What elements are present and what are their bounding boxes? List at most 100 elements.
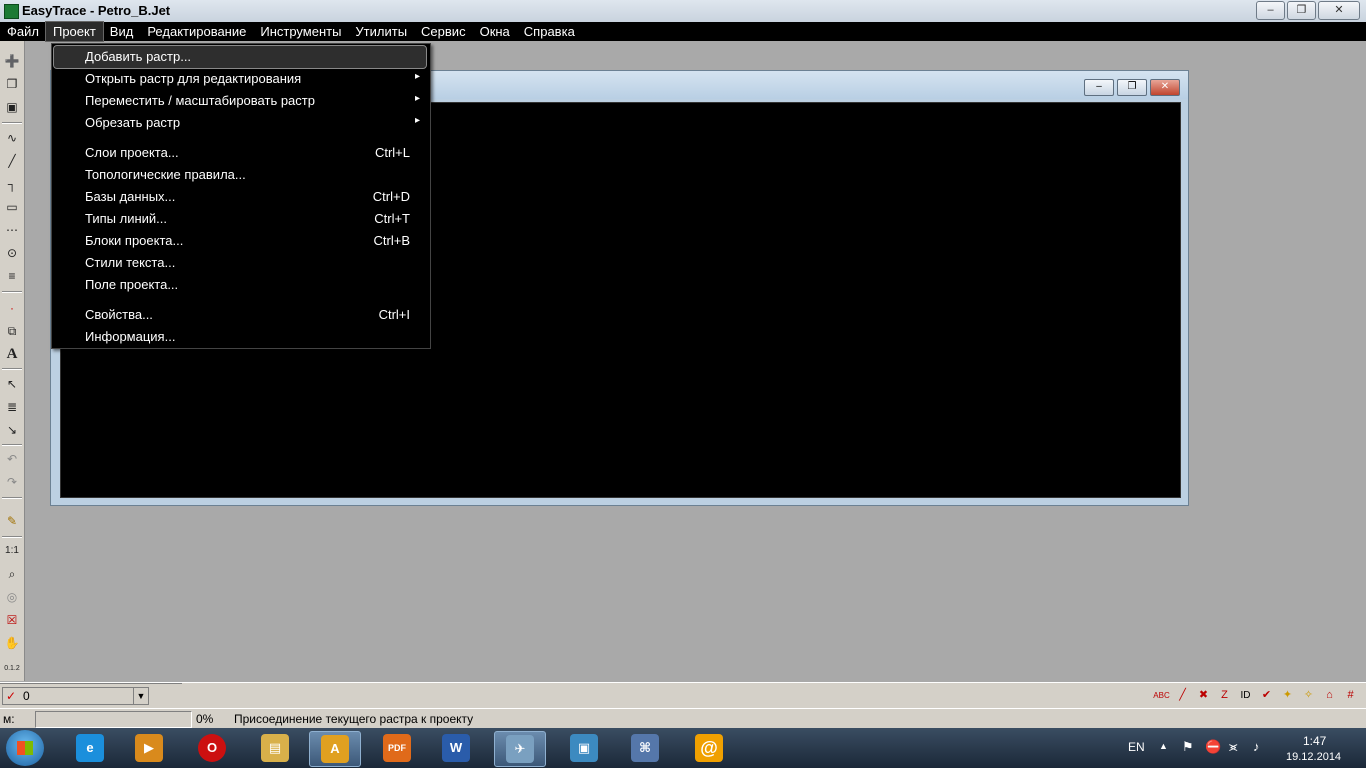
- start-button[interactable]: [6, 730, 44, 766]
- menu-tools[interactable]: Инструменты: [253, 22, 348, 41]
- menu-help[interactable]: Справка: [517, 22, 582, 41]
- circle-icon[interactable]: ⊙: [3, 244, 21, 262]
- snap-icon[interactable]: ✦: [1278, 686, 1297, 705]
- taskbar-ie[interactable]: e: [65, 731, 115, 765]
- zoom-window-icon[interactable]: ◎: [3, 588, 21, 606]
- shield-icon[interactable]: ⛔: [1205, 739, 1221, 755]
- wifi-icon[interactable]: ⪤: [1229, 739, 1237, 755]
- menu-item-open-raster-edit[interactable]: Открыть растр для редактирования ▸: [52, 68, 430, 90]
- save-icon[interactable]: ▣: [3, 98, 21, 116]
- volume-icon[interactable]: ♪: [1253, 739, 1260, 754]
- maximize-button[interactable]: ❐: [1287, 1, 1316, 20]
- window-controls: ‒ ❐ ✕: [1254, 1, 1360, 20]
- action-center-icon[interactable]: ⚑: [1182, 739, 1194, 755]
- zoom-extents-icon[interactable]: ☒: [3, 611, 21, 629]
- scale-1-1-icon[interactable]: 1:1: [3, 542, 21, 560]
- orthogonal-line-icon[interactable]: ┐: [3, 175, 21, 193]
- menu-item-crop-raster[interactable]: Обрезать растр ▸: [52, 112, 430, 134]
- snap-end-icon[interactable]: ✧: [1299, 686, 1318, 705]
- submenu-arrow-icon: ▸: [414, 71, 420, 82]
- delete-node-icon[interactable]: ✖: [1194, 686, 1213, 705]
- taskbar-mail-agent[interactable]: @: [684, 731, 734, 765]
- new-icon[interactable]: ➕: [3, 52, 21, 70]
- undo-icon[interactable]: ↶: [3, 450, 21, 468]
- doc-close-button[interactable]: ✕: [1150, 79, 1180, 96]
- app-icon: [4, 4, 19, 19]
- menu-view[interactable]: Вид: [103, 22, 141, 41]
- menu-utilities[interactable]: Утилиты: [348, 22, 414, 41]
- taskbar-media-player[interactable]: ▶: [124, 731, 174, 765]
- measure-icon[interactable]: 0.1.2: [3, 660, 21, 678]
- taskbar-explorer[interactable]: ▤: [250, 731, 300, 765]
- menu-item-project-layers[interactable]: Слои проекта... Ctrl+L: [52, 142, 430, 164]
- redo-icon[interactable]: ↷: [3, 473, 21, 491]
- menu-item-label: Свойства...: [85, 307, 153, 322]
- menu-item-label: Поле проекта...: [85, 277, 179, 292]
- hatch-icon[interactable]: ≡: [3, 267, 21, 285]
- select-group-icon[interactable]: ≣: [3, 398, 21, 416]
- spline-icon[interactable]: ∿: [3, 129, 21, 147]
- chevron-down-icon[interactable]: ▼: [133, 688, 148, 704]
- grid-icon[interactable]: #: [1341, 686, 1360, 705]
- window-title: EasyTrace - Petro_B.Jet: [22, 3, 171, 18]
- select-icon[interactable]: ↖: [3, 375, 21, 393]
- menu-item-text-styles[interactable]: Стили текста...: [52, 252, 430, 274]
- point-icon[interactable]: ·: [3, 299, 21, 317]
- submenu-arrow-icon: ▸: [414, 93, 420, 104]
- taskbar-pdf[interactable]: PDF: [372, 731, 422, 765]
- taskbar-network[interactable]: ⌘: [620, 731, 670, 765]
- menu-item-topology-rules[interactable]: Топологические правила...: [52, 164, 430, 186]
- dotted-line-icon[interactable]: ⋯: [3, 221, 21, 239]
- clock-time[interactable]: 1:47: [1303, 734, 1326, 748]
- taskbar-easytrace[interactable]: A: [309, 731, 361, 767]
- menu-item-label: Базы данных...: [85, 189, 176, 204]
- text-icon[interactable]: A: [3, 345, 21, 363]
- polyline-icon[interactable]: ╱: [3, 152, 21, 170]
- menu-bar: Файл Проект Вид Редактирование Инструмен…: [0, 21, 1366, 42]
- line-tool-icon[interactable]: ╱: [1173, 686, 1192, 705]
- pan-hand-icon[interactable]: ✋: [3, 634, 21, 652]
- menu-item-databases[interactable]: Базы данных... Ctrl+D: [52, 186, 430, 208]
- menu-edit[interactable]: Редактирование: [140, 22, 253, 41]
- select-node-icon[interactable]: ↘: [3, 421, 21, 439]
- taskbar-word[interactable]: W: [431, 731, 481, 765]
- word-icon: W: [442, 734, 470, 762]
- zoom-icon[interactable]: ⌕: [3, 565, 21, 583]
- id-icon[interactable]: ID: [1236, 686, 1255, 705]
- spell-check-icon[interactable]: ABC: [1152, 686, 1171, 705]
- menu-project[interactable]: Проект: [44, 21, 104, 42]
- clock-date[interactable]: 19.12.2014: [1286, 751, 1341, 763]
- menu-item-project-blocks[interactable]: Блоки проекта... Ctrl+B: [52, 230, 430, 252]
- menu-service[interactable]: Сервис: [414, 22, 473, 41]
- taskbar-opera[interactable]: O: [187, 731, 237, 765]
- taskbar-photos[interactable]: ▣: [559, 731, 609, 765]
- language-indicator[interactable]: EN: [1128, 740, 1145, 754]
- taskbar-send[interactable]: ✈: [494, 731, 546, 767]
- menu-item-line-types[interactable]: Типы линий... Ctrl+T: [52, 208, 430, 230]
- toolbar-separator: [2, 368, 22, 370]
- close-button[interactable]: ✕: [1318, 1, 1360, 20]
- menu-file[interactable]: Файл: [0, 22, 46, 41]
- home-icon[interactable]: ⌂: [1320, 686, 1339, 705]
- menu-item-project-field[interactable]: Поле проекта...: [52, 274, 430, 296]
- title-bar: EasyTrace - Petro_B.Jet ‒ ❐ ✕: [0, 0, 1366, 23]
- doc-maximize-button[interactable]: ❐: [1117, 79, 1147, 96]
- menu-windows[interactable]: Окна: [473, 22, 517, 41]
- check-topology-icon[interactable]: ✔: [1257, 686, 1276, 705]
- menu-item-move-scale-raster[interactable]: Переместить / масштабировать растр ▸: [52, 90, 430, 112]
- tray-expand-icon[interactable]: ▲: [1159, 741, 1168, 751]
- open-icon[interactable]: ❐: [3, 75, 21, 93]
- rectangle-icon[interactable]: ▭: [3, 198, 21, 216]
- z-value-icon[interactable]: Z: [1215, 686, 1234, 705]
- network-icon: ⌘: [631, 734, 659, 762]
- menu-item-add-raster[interactable]: Добавить растр...: [53, 45, 427, 69]
- minimize-button[interactable]: ‒: [1256, 1, 1285, 20]
- menu-item-label: Топологические правила...: [85, 167, 246, 182]
- block-icon[interactable]: ⧉: [3, 322, 21, 340]
- menu-item-label: Информация...: [85, 329, 176, 344]
- layer-select[interactable]: ✓ 0 ▼: [2, 687, 149, 705]
- menu-item-properties[interactable]: Свойства... Ctrl+I: [52, 304, 430, 326]
- doc-minimize-button[interactable]: ‒: [1084, 79, 1114, 96]
- menu-item-information[interactable]: Информация...: [52, 326, 430, 348]
- pencil-icon[interactable]: ✎: [3, 512, 21, 530]
